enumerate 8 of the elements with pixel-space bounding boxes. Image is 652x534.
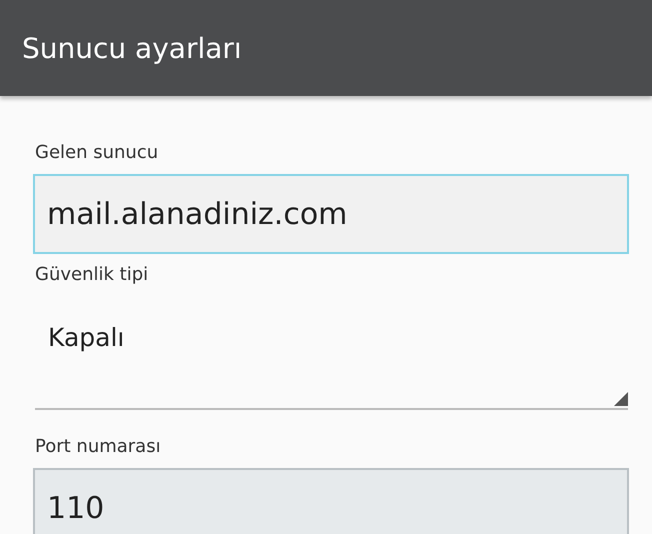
- text-field[interactable]: 110: [33, 468, 629, 534]
- dropdown[interactable]: Kapalı: [35, 288, 628, 410]
- screen-title: Sunucu ayarları: [22, 32, 242, 64]
- field-label: Gelen sunucu: [35, 142, 160, 165]
- field-label: Güvenlik tipi: [35, 264, 150, 287]
- text-field[interactable]: mail.alanadiniz.com: [33, 174, 629, 254]
- field-label: Port numarası: [35, 436, 162, 459]
- dropdown-corner-icon: [614, 392, 628, 406]
